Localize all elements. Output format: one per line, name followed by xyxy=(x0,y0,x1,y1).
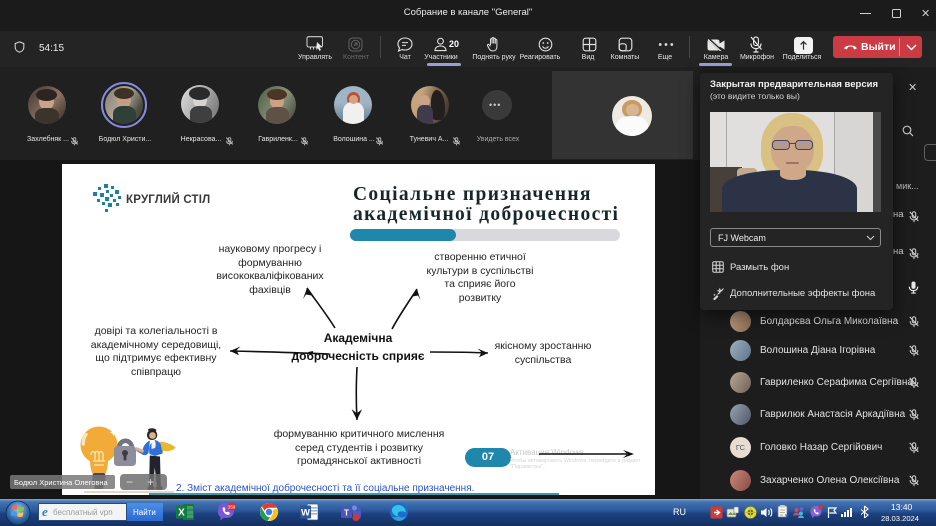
svg-text:X: X xyxy=(178,508,185,519)
svg-text:W: W xyxy=(301,508,310,519)
svg-text:T: T xyxy=(344,508,350,518)
svg-text:359: 359 xyxy=(228,504,236,509)
